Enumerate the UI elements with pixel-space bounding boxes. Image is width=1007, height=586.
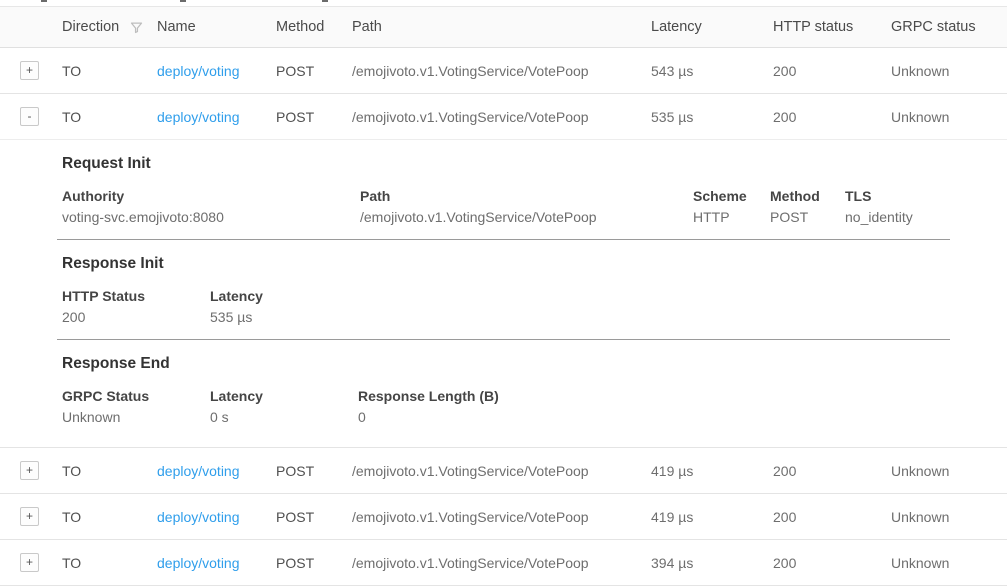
cell-http-status: 200 bbox=[773, 555, 891, 571]
cell-latency: 394 µs bbox=[651, 555, 773, 571]
detail-field: GRPC Status Unknown bbox=[62, 386, 210, 428]
column-header-name: Name bbox=[157, 19, 276, 35]
table-row: + TO deploy/voting POST /emojivoto.v1.Vo… bbox=[0, 540, 1007, 586]
expand-row-button[interactable]: + bbox=[20, 61, 39, 80]
resource-link[interactable]: deploy/voting bbox=[157, 109, 240, 125]
cell-latency: 419 µs bbox=[651, 509, 773, 525]
cell-http-status: 200 bbox=[773, 509, 891, 525]
column-header-path: Path bbox=[352, 19, 651, 35]
field-value: voting-svc.emojivoto:8080 bbox=[62, 207, 360, 228]
cell-path: /emojivoto.v1.VotingService/VotePoop bbox=[352, 63, 651, 79]
detail-field: Method POST bbox=[770, 186, 845, 228]
cell-grpc-status: Unknown bbox=[891, 509, 1007, 525]
cell-grpc-status: Unknown bbox=[891, 109, 1007, 125]
cell-latency: 419 µs bbox=[651, 463, 773, 479]
field-value: /emojivoto.v1.VotingService/VotePoop bbox=[360, 207, 693, 228]
column-header-grpc-status: GRPC status bbox=[891, 19, 1007, 35]
section-title: Response Init bbox=[57, 254, 950, 274]
detail-field: TLS no_identity bbox=[845, 186, 913, 228]
field-label: TLS bbox=[845, 186, 913, 207]
column-header-method: Method bbox=[276, 19, 352, 35]
resource-link[interactable]: deploy/voting bbox=[157, 63, 240, 79]
cell-direction: TO bbox=[62, 63, 157, 79]
tap-results-page: Direction Name Method Path Latency HTTP … bbox=[0, 0, 1007, 586]
field-value: 0 bbox=[358, 407, 499, 428]
table-row: + TO deploy/voting POST /emojivoto.v1.Vo… bbox=[0, 448, 1007, 494]
cell-direction: TO bbox=[62, 555, 157, 571]
field-value: no_identity bbox=[845, 207, 913, 228]
field-label: GRPC Status bbox=[62, 386, 210, 407]
field-value: 535 µs bbox=[210, 307, 263, 328]
field-label: Method bbox=[770, 186, 845, 207]
field-label: Response Length (B) bbox=[358, 386, 499, 407]
section-title: Response End bbox=[57, 354, 950, 374]
cell-method: POST bbox=[276, 555, 352, 571]
field-value: 200 bbox=[62, 307, 210, 328]
field-label: HTTP Status bbox=[62, 286, 210, 307]
cell-path: /emojivoto.v1.VotingService/VotePoop bbox=[352, 555, 651, 571]
cell-grpc-status: Unknown bbox=[891, 463, 1007, 479]
field-label: Authority bbox=[62, 186, 360, 207]
cell-direction: TO bbox=[62, 109, 157, 125]
cell-latency: 535 µs bbox=[651, 109, 773, 125]
cell-path: /emojivoto.v1.VotingService/VotePoop bbox=[352, 109, 651, 125]
detail-field: Path /emojivoto.v1.VotingService/VotePoo… bbox=[360, 186, 693, 228]
column-header-latency: Latency bbox=[651, 19, 773, 35]
detail-field: Latency 0 s bbox=[210, 386, 358, 428]
clipped-text-fragment bbox=[322, 0, 328, 2]
column-header-direction: Direction bbox=[62, 19, 157, 35]
field-value: POST bbox=[770, 207, 845, 228]
filter-icon[interactable] bbox=[129, 20, 144, 35]
detail-field: Authority voting-svc.emojivoto:8080 bbox=[62, 186, 360, 228]
collapse-row-button[interactable]: - bbox=[20, 107, 39, 126]
row-detail-panel: Request Init Authority voting-svc.emojiv… bbox=[0, 140, 1007, 448]
field-value: HTTP bbox=[693, 207, 770, 228]
cell-path: /emojivoto.v1.VotingService/VotePoop bbox=[352, 463, 651, 479]
detail-field: Response Length (B) 0 bbox=[358, 386, 499, 428]
cell-grpc-status: Unknown bbox=[891, 63, 1007, 79]
resource-link[interactable]: deploy/voting bbox=[157, 555, 240, 571]
section-title: Request Init bbox=[57, 154, 950, 174]
detail-field: HTTP Status 200 bbox=[62, 286, 210, 328]
expand-row-button[interactable]: + bbox=[20, 553, 39, 572]
cell-latency: 543 µs bbox=[651, 63, 773, 79]
detail-field: Latency 535 µs bbox=[210, 286, 263, 328]
cell-grpc-status: Unknown bbox=[891, 555, 1007, 571]
field-label: Latency bbox=[210, 286, 263, 307]
field-value: 0 s bbox=[210, 407, 358, 428]
cell-method: POST bbox=[276, 509, 352, 525]
cell-direction: TO bbox=[62, 463, 157, 479]
clipped-text-fragment bbox=[41, 0, 47, 2]
cell-path: /emojivoto.v1.VotingService/VotePoop bbox=[352, 509, 651, 525]
table-header: Direction Name Method Path Latency HTTP … bbox=[0, 6, 1007, 48]
response-end-section: Response End GRPC Status Unknown Latency… bbox=[57, 340, 950, 447]
cell-method: POST bbox=[276, 463, 352, 479]
column-header-direction-label: Direction bbox=[62, 19, 119, 35]
detail-field: Scheme HTTP bbox=[693, 186, 770, 228]
field-label: Latency bbox=[210, 386, 358, 407]
resource-link[interactable]: deploy/voting bbox=[157, 463, 240, 479]
cell-http-status: 200 bbox=[773, 463, 891, 479]
cell-http-status: 200 bbox=[773, 63, 891, 79]
cell-direction: TO bbox=[62, 509, 157, 525]
field-value: Unknown bbox=[62, 407, 210, 428]
column-header-http-status: HTTP status bbox=[773, 19, 891, 35]
table-row-expanded: - TO deploy/voting POST /emojivoto.v1.Vo… bbox=[0, 94, 1007, 140]
clipped-content-strip bbox=[0, 0, 1007, 6]
resource-link[interactable]: deploy/voting bbox=[157, 509, 240, 525]
field-label: Path bbox=[360, 186, 693, 207]
response-init-section: Response Init HTTP Status 200 Latency 53… bbox=[57, 240, 950, 340]
table-row: + TO deploy/voting POST /emojivoto.v1.Vo… bbox=[0, 494, 1007, 540]
table-row: + TO deploy/voting POST /emojivoto.v1.Vo… bbox=[0, 48, 1007, 94]
request-init-section: Request Init Authority voting-svc.emojiv… bbox=[57, 140, 950, 240]
cell-http-status: 200 bbox=[773, 109, 891, 125]
expand-row-button[interactable]: + bbox=[20, 461, 39, 480]
cell-method: POST bbox=[276, 63, 352, 79]
field-label: Scheme bbox=[693, 186, 770, 207]
clipped-text-fragment bbox=[180, 0, 186, 2]
cell-method: POST bbox=[276, 109, 352, 125]
expand-row-button[interactable]: + bbox=[20, 507, 39, 526]
